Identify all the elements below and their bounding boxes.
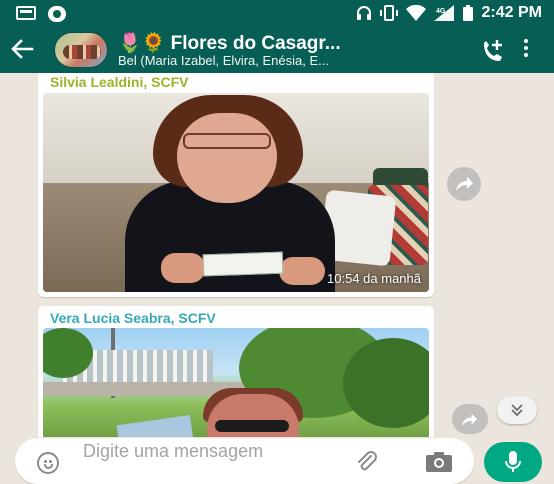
photo-tree xyxy=(343,338,429,428)
scroll-down-icon xyxy=(511,404,523,417)
message-input[interactable]: Digite uma mensagem xyxy=(83,442,283,461)
vibrate-icon xyxy=(379,5,398,21)
emoji-icon[interactable] xyxy=(37,452,59,474)
photo-paper xyxy=(116,415,196,437)
photo-person-hand xyxy=(279,257,325,285)
photo-person-sunglasses xyxy=(215,420,289,432)
add-call-icon[interactable] xyxy=(478,37,506,65)
clock: 2:42 PM xyxy=(481,4,542,21)
camera-icon[interactable] xyxy=(425,452,453,472)
voice-message-button[interactable] xyxy=(484,442,542,482)
message-image[interactable] xyxy=(43,328,429,437)
chat-title[interactable]: 🌷🌻 Flores do Casagr... xyxy=(118,31,341,55)
forward-button[interactable] xyxy=(452,404,488,434)
chat-header: 🌷🌻 Flores do Casagr... Bel (Maria Izabel… xyxy=(0,27,554,73)
message-time: 10:54 da manhã xyxy=(327,271,421,286)
status-right: 4G 2:42 PM xyxy=(356,4,542,22)
signal-icon: 4G xyxy=(433,5,454,21)
mic-icon xyxy=(505,451,521,472)
photo-card xyxy=(202,251,284,277)
group-avatar[interactable] xyxy=(54,32,108,68)
message-image[interactable]: 10:54 da manhã xyxy=(43,93,429,292)
photo-person-glasses xyxy=(183,133,271,149)
message-sender[interactable]: Silvia Lealdini, SCFV xyxy=(50,74,188,90)
forward-button[interactable] xyxy=(447,167,481,201)
message-bubble[interactable]: Silvia Lealdini, SCFV 10:54 da manhã xyxy=(38,73,434,297)
back-arrow-icon[interactable] xyxy=(8,35,36,63)
chat-participants[interactable]: Bel (Maria Izabel, Elvira, Enésia, E... xyxy=(118,53,329,68)
gallery-notification-icon xyxy=(16,6,36,20)
photo-person-face xyxy=(177,113,277,203)
forward-icon xyxy=(456,177,473,191)
message-composer[interactable]: Digite uma mensagem xyxy=(15,438,474,484)
message-sender[interactable]: Vera Lucia Seabra, SCFV xyxy=(50,310,216,326)
status-left xyxy=(16,6,66,22)
scroll-to-bottom-button[interactable] xyxy=(497,396,537,424)
headset-icon xyxy=(356,6,371,20)
battery-icon xyxy=(462,5,473,21)
chat-area[interactable]: Silvia Lealdini, SCFV 10:54 da manhã Ver… xyxy=(0,73,554,437)
network-type-label: 4G xyxy=(436,8,446,15)
status-bar: 4G 2:42 PM xyxy=(0,0,554,27)
wifi-icon xyxy=(405,5,426,21)
photo-person-hand xyxy=(161,253,205,283)
attach-icon[interactable] xyxy=(355,450,379,474)
menu-icon[interactable] xyxy=(522,39,530,61)
forward-icon xyxy=(461,413,477,427)
whatsapp-notification-icon xyxy=(48,6,66,22)
message-bubble[interactable]: Vera Lucia Seabra, SCFV xyxy=(38,306,434,437)
